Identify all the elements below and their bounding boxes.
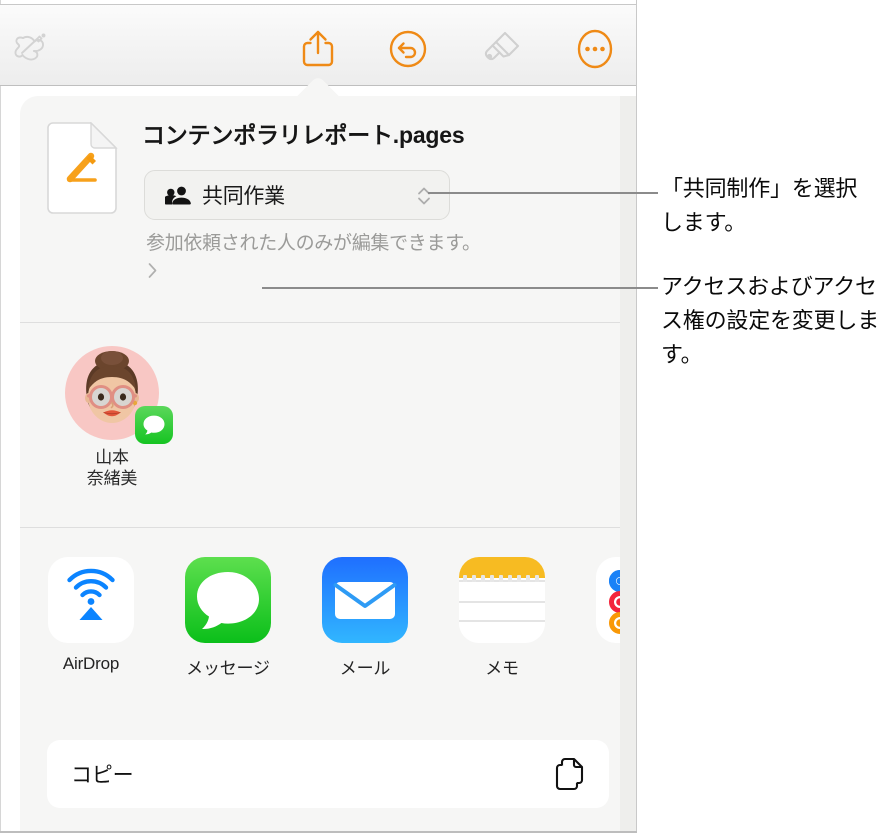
callout-leader-line-1 [428,192,658,194]
divider-contacts [20,527,637,528]
people-icon [162,185,191,205]
share-panel: コンテンポラリレポート.pages 共同作業 参加依頼された人のみが編集できます… [0,0,637,833]
app-label: メール [339,659,391,678]
app-share-mail[interactable]: メール [305,557,425,679]
mail-icon [322,557,408,643]
app-share-airdrop[interactable]: AirDrop [31,557,151,674]
app-label: メモ [485,659,519,678]
popover-arrow [290,78,346,100]
messages-badge [135,406,173,444]
chevron-up-down-icon [416,184,432,208]
undo-icon[interactable] [380,23,436,75]
contact-name: 山本 奈緒美 [44,447,180,489]
contacts-row: 山本 奈緒美 [20,324,637,528]
apps-row: AirDrop メッセージ メール メモ [20,529,637,726]
avatar [65,346,173,444]
callout-text-2: アクセスおよびアクセス権の設定を変更します。 [661,274,880,367]
airdrop-icon [48,557,134,643]
callout-text-1: 「共同制作」を選択します。 [661,176,858,235]
app-label: AirDrop [62,654,120,673]
copy-action-label: コピー [71,764,134,787]
smart-annotation-icon[interactable] [2,23,58,75]
pages-document-icon [46,121,118,214]
notes-icon [459,557,545,643]
format-brush-icon[interactable] [473,23,529,75]
chevron-right-icon [147,260,158,278]
contact-name-line1: 山本 [95,448,129,467]
panel-left-border [0,0,1,833]
callout-leader-line-2 [262,287,658,289]
contact-item[interactable]: 山本 奈緒美 [44,346,180,489]
app-label: メッセージ [186,659,270,678]
actions-list: コピー [20,727,637,833]
document-title: コンテンポラリレポート.pages [142,122,465,148]
share-sheet: コンテンポラリレポート.pages 共同作業 参加依頼された人のみが編集できます… [20,96,637,833]
app-toolbar [0,4,637,86]
contact-name-line2: 奈緒美 [86,469,138,488]
permission-note[interactable]: 参加依頼された人のみが編集できます。 [146,230,486,286]
app-share-notes[interactable]: メモ [442,557,562,679]
share-icon[interactable] [290,23,346,75]
divider-header [20,322,637,323]
copy-documents-icon [555,757,587,791]
more-icon[interactable] [567,23,623,75]
copy-action-row[interactable]: コピー [47,740,609,808]
messages-icon [185,557,271,643]
app-share-messages[interactable]: メッセージ [168,557,288,679]
sheet-scroll-edge[interactable] [620,96,637,833]
panel-right-border [636,0,637,833]
permission-note-text: 参加依頼された人のみが編集できます。 [146,233,481,254]
collaboration-mode-label: 共同作業 [202,185,285,208]
collaboration-mode-select[interactable]: 共同作業 [144,170,450,220]
